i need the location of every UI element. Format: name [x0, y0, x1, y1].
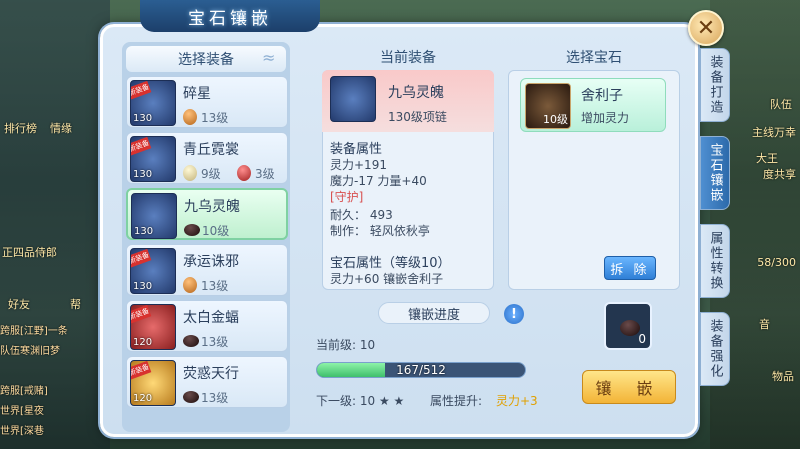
necklace-icon	[330, 76, 376, 122]
necklace-icon: 130	[131, 193, 177, 239]
attribute-line: 魔力-17 力量+40	[330, 174, 427, 188]
close-button[interactable]: ✕	[688, 10, 724, 46]
item-level: 130	[133, 281, 153, 292]
gem-level: 10级	[543, 113, 568, 126]
gem-name: 舍利子	[581, 88, 623, 104]
equipment-item[interactable]: 新装备 130 承运诛邪 13级	[126, 244, 288, 296]
maker: 制作： 轻风依秋亭	[330, 224, 430, 238]
new-tag: 新装备	[131, 249, 152, 268]
gem-icon	[183, 109, 197, 125]
rank-title: 正四品侍郎	[2, 246, 57, 259]
gem-icon	[183, 335, 199, 347]
equipment-name: 太白金蝠	[183, 310, 239, 326]
attribute-line: 灵力+191	[330, 158, 387, 172]
guard-label: [守护]	[330, 190, 364, 204]
item-level: 130	[134, 226, 154, 237]
equipment-item[interactable]: 新装备 130 青丘霓裳 9级 3级	[126, 132, 288, 184]
gem-level: 13级	[201, 111, 229, 125]
boost-value: 灵力+3	[496, 394, 538, 408]
gem-icon: 10级	[525, 83, 571, 129]
equipment-name: 九乌灵魄	[184, 199, 240, 215]
gem-attribute-title: 宝石属性（等级10）	[330, 256, 451, 271]
equipment-name: 碎星	[183, 86, 211, 102]
voice-label: 音	[759, 318, 770, 331]
gem-level: 9级	[201, 167, 221, 181]
gem-card[interactable]: 10级 舍利子 增加灵力	[520, 78, 666, 132]
quest-label[interactable]: 主线万幸	[752, 124, 796, 140]
equipment-name: 青丘霓裳	[183, 142, 239, 158]
info-icon[interactable]: !	[504, 304, 524, 324]
gem-level: 13级	[201, 335, 229, 349]
chat-line[interactable]: 队伍寒渊旧梦	[0, 342, 100, 357]
quest-label: 大王	[756, 152, 778, 165]
new-tag: 新装备	[131, 81, 152, 100]
progress-text: 167/512	[396, 363, 446, 377]
right-hud: 队伍 主线万幸 大王 度共享 58/300 音 物品	[720, 0, 800, 449]
new-tag: 新装备	[131, 305, 152, 324]
tab-equipment-enhance[interactable]: 装备强化	[700, 312, 730, 386]
gem-count: 0	[638, 332, 646, 346]
item-level: 130	[133, 113, 153, 124]
boots-icon: 新装备 120	[130, 360, 176, 406]
equipment-name: 承运诛邪	[183, 254, 239, 270]
equipment-name: 九乌灵魄	[388, 85, 444, 101]
gem-icon	[620, 320, 640, 336]
friends-button[interactable]: 好友	[8, 296, 30, 312]
inlay-button[interactable]: 镶 嵌	[582, 370, 676, 404]
equipment-item[interactable]: 新装备 130 碎星 13级	[126, 76, 288, 128]
gem-icon	[237, 165, 251, 181]
guild-button[interactable]: 帮	[70, 296, 81, 312]
new-tag: 新装备	[131, 137, 152, 156]
next-level: 下一级: 10 ★ ★	[316, 394, 405, 408]
equipment-type: 130级项链	[388, 110, 447, 124]
belt-icon: 新装备 120	[130, 304, 176, 350]
equipment-item-selected[interactable]: 130 九乌灵魄 10级	[126, 188, 288, 240]
chat-line[interactable]: 跨服[戒赌]	[0, 382, 100, 397]
gem-icon	[183, 277, 197, 293]
item-level: 120	[133, 337, 153, 348]
equipment-item[interactable]: 新装备 120 荧惑天行 13级	[126, 356, 288, 408]
items-button[interactable]: 物品	[772, 368, 794, 384]
gem-attribute-line: 灵力+60 镶嵌舍利子	[330, 272, 444, 284]
item-level: 120	[133, 393, 153, 404]
tab-gem-inlay[interactable]: 宝石镶嵌	[700, 136, 730, 210]
equipment-item[interactable]: 新装备 120 太白金蝠 13级	[126, 300, 288, 352]
boost-label: 属性提升:	[430, 394, 483, 408]
gem-description: 增加灵力	[581, 111, 630, 125]
team-tab[interactable]: 队伍	[770, 96, 792, 112]
quest-label: 度共享	[763, 168, 796, 181]
remove-button[interactable]: 拆 除	[604, 256, 656, 280]
left-hud: 排行榜 情缘 正四品侍郎 好友 帮 跨服[江野]一条 队伍寒渊旧梦 跨服[戒赌]…	[0, 0, 105, 449]
relation-button[interactable]: 情缘	[50, 120, 72, 136]
gem-level: 10级	[202, 224, 230, 238]
tab-equipment-forge[interactable]: 装备打造	[700, 48, 730, 122]
tab-attribute-convert[interactable]: 属性转换	[700, 224, 730, 298]
weapon-icon: 新装备 130	[130, 80, 176, 126]
chat-line[interactable]: 世界[星夜	[0, 402, 100, 417]
sort-icon[interactable]: ≈	[262, 48, 275, 67]
gem-level: 13级	[201, 391, 229, 405]
item-level: 130	[133, 169, 153, 180]
durability: 耐久： 493	[330, 208, 393, 222]
equipment-name: 荧惑天行	[183, 366, 239, 382]
chat-line[interactable]: 跨服[江野]一条	[0, 322, 100, 337]
gem-icon	[184, 224, 200, 236]
gem-level: 13级	[201, 279, 229, 293]
gem-icon	[183, 165, 197, 181]
accessory-icon: 新装备 130	[130, 248, 176, 294]
gem-level: 3级	[255, 167, 275, 181]
attribute-title: 装备属性	[330, 142, 383, 157]
gem-icon	[183, 391, 199, 403]
armor-icon: 新装备 130	[130, 136, 176, 182]
current-equipment-header: 当前装备	[380, 50, 436, 66]
gem-slot[interactable]: 0	[604, 302, 652, 350]
panel-title: 宝石镶嵌	[140, 0, 320, 32]
chat-line[interactable]: 世界[深巷	[0, 422, 100, 437]
inlay-progress-title: 镶嵌进度	[378, 302, 490, 324]
ranking-button[interactable]: 排行榜	[4, 120, 37, 136]
quest-progress: 58/300	[757, 256, 796, 269]
current-level: 当前级: 10	[316, 338, 376, 352]
select-gem-header: 选择宝石	[566, 50, 622, 66]
new-tag: 新装备	[131, 361, 152, 380]
